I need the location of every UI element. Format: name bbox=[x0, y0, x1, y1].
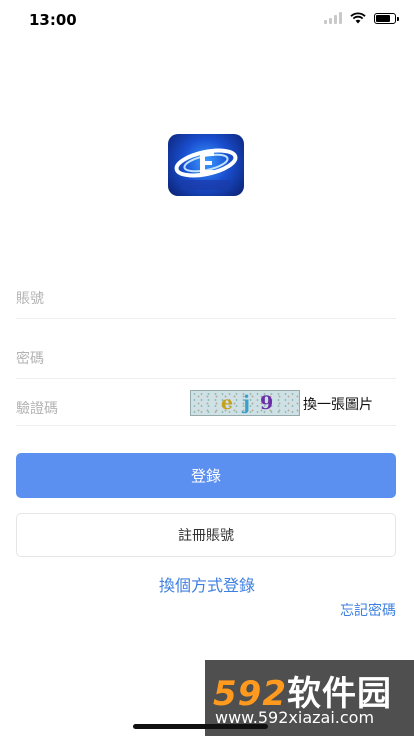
login-button[interactable]: 登錄 bbox=[16, 453, 396, 498]
alt-login-link[interactable]: 換個方式登錄 bbox=[0, 572, 414, 596]
status-bar: 13:00 bbox=[0, 0, 414, 40]
captcha-text: ej9 bbox=[221, 392, 274, 414]
status-time: 13:00 bbox=[29, 11, 77, 29]
refresh-captcha-button[interactable]: 換一張圖片 bbox=[303, 394, 373, 414]
account-input[interactable] bbox=[16, 291, 396, 307]
cellular-signal-icon bbox=[324, 12, 342, 24]
captcha-input[interactable] bbox=[16, 401, 186, 417]
status-icons bbox=[324, 12, 399, 24]
captcha-divider bbox=[16, 425, 396, 426]
captcha-field[interactable] bbox=[16, 398, 186, 425]
forgot-password-link[interactable]: 忘記密碼 bbox=[340, 600, 396, 620]
app-logo-icon bbox=[174, 148, 238, 190]
battery-icon bbox=[374, 12, 399, 24]
home-indicator[interactable] bbox=[133, 724, 268, 729]
wifi-icon bbox=[350, 12, 366, 24]
register-button[interactable]: 註冊賬號 bbox=[16, 513, 396, 557]
app-logo bbox=[168, 134, 244, 196]
password-field[interactable] bbox=[16, 348, 396, 379]
password-input[interactable] bbox=[16, 351, 396, 367]
account-field[interactable] bbox=[16, 288, 396, 319]
captcha-image[interactable]: ej9 bbox=[190, 390, 300, 416]
